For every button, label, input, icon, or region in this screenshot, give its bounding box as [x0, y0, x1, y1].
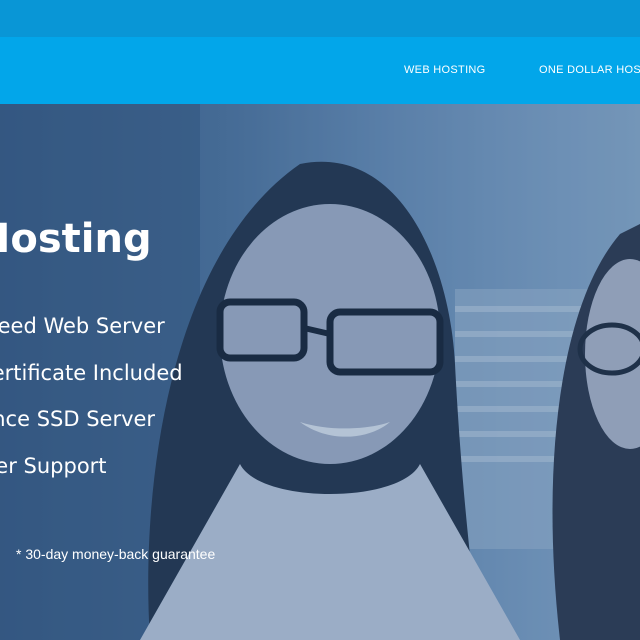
feature-support: 24/7 Customer Support: [0, 454, 107, 478]
money-back-guarantee: * 30-day money-back guarantee: [16, 546, 216, 562]
feature-ssl: SSL Certificate Included: [0, 361, 183, 385]
hero-headline: Cheap Web Hosting: [0, 216, 152, 262]
main-navbar: WEB HOSTING ONE DOLLAR HOSTING: [0, 37, 640, 104]
top-strip: [0, 0, 640, 37]
nav-item-web-hosting[interactable]: WEB HOSTING: [404, 64, 486, 76]
feature-high-speed: High Speed Web Server: [0, 314, 165, 338]
hero-banner: Cheap Web Hosting High Speed Web Server …: [0, 104, 640, 640]
hero-text-block: Cheap Web Hosting High Speed Web Server …: [0, 104, 640, 640]
feature-ssd: High Performance SSD Server: [0, 407, 156, 431]
nav-item-one-dollar-hosting[interactable]: ONE DOLLAR HOSTING: [539, 64, 640, 76]
